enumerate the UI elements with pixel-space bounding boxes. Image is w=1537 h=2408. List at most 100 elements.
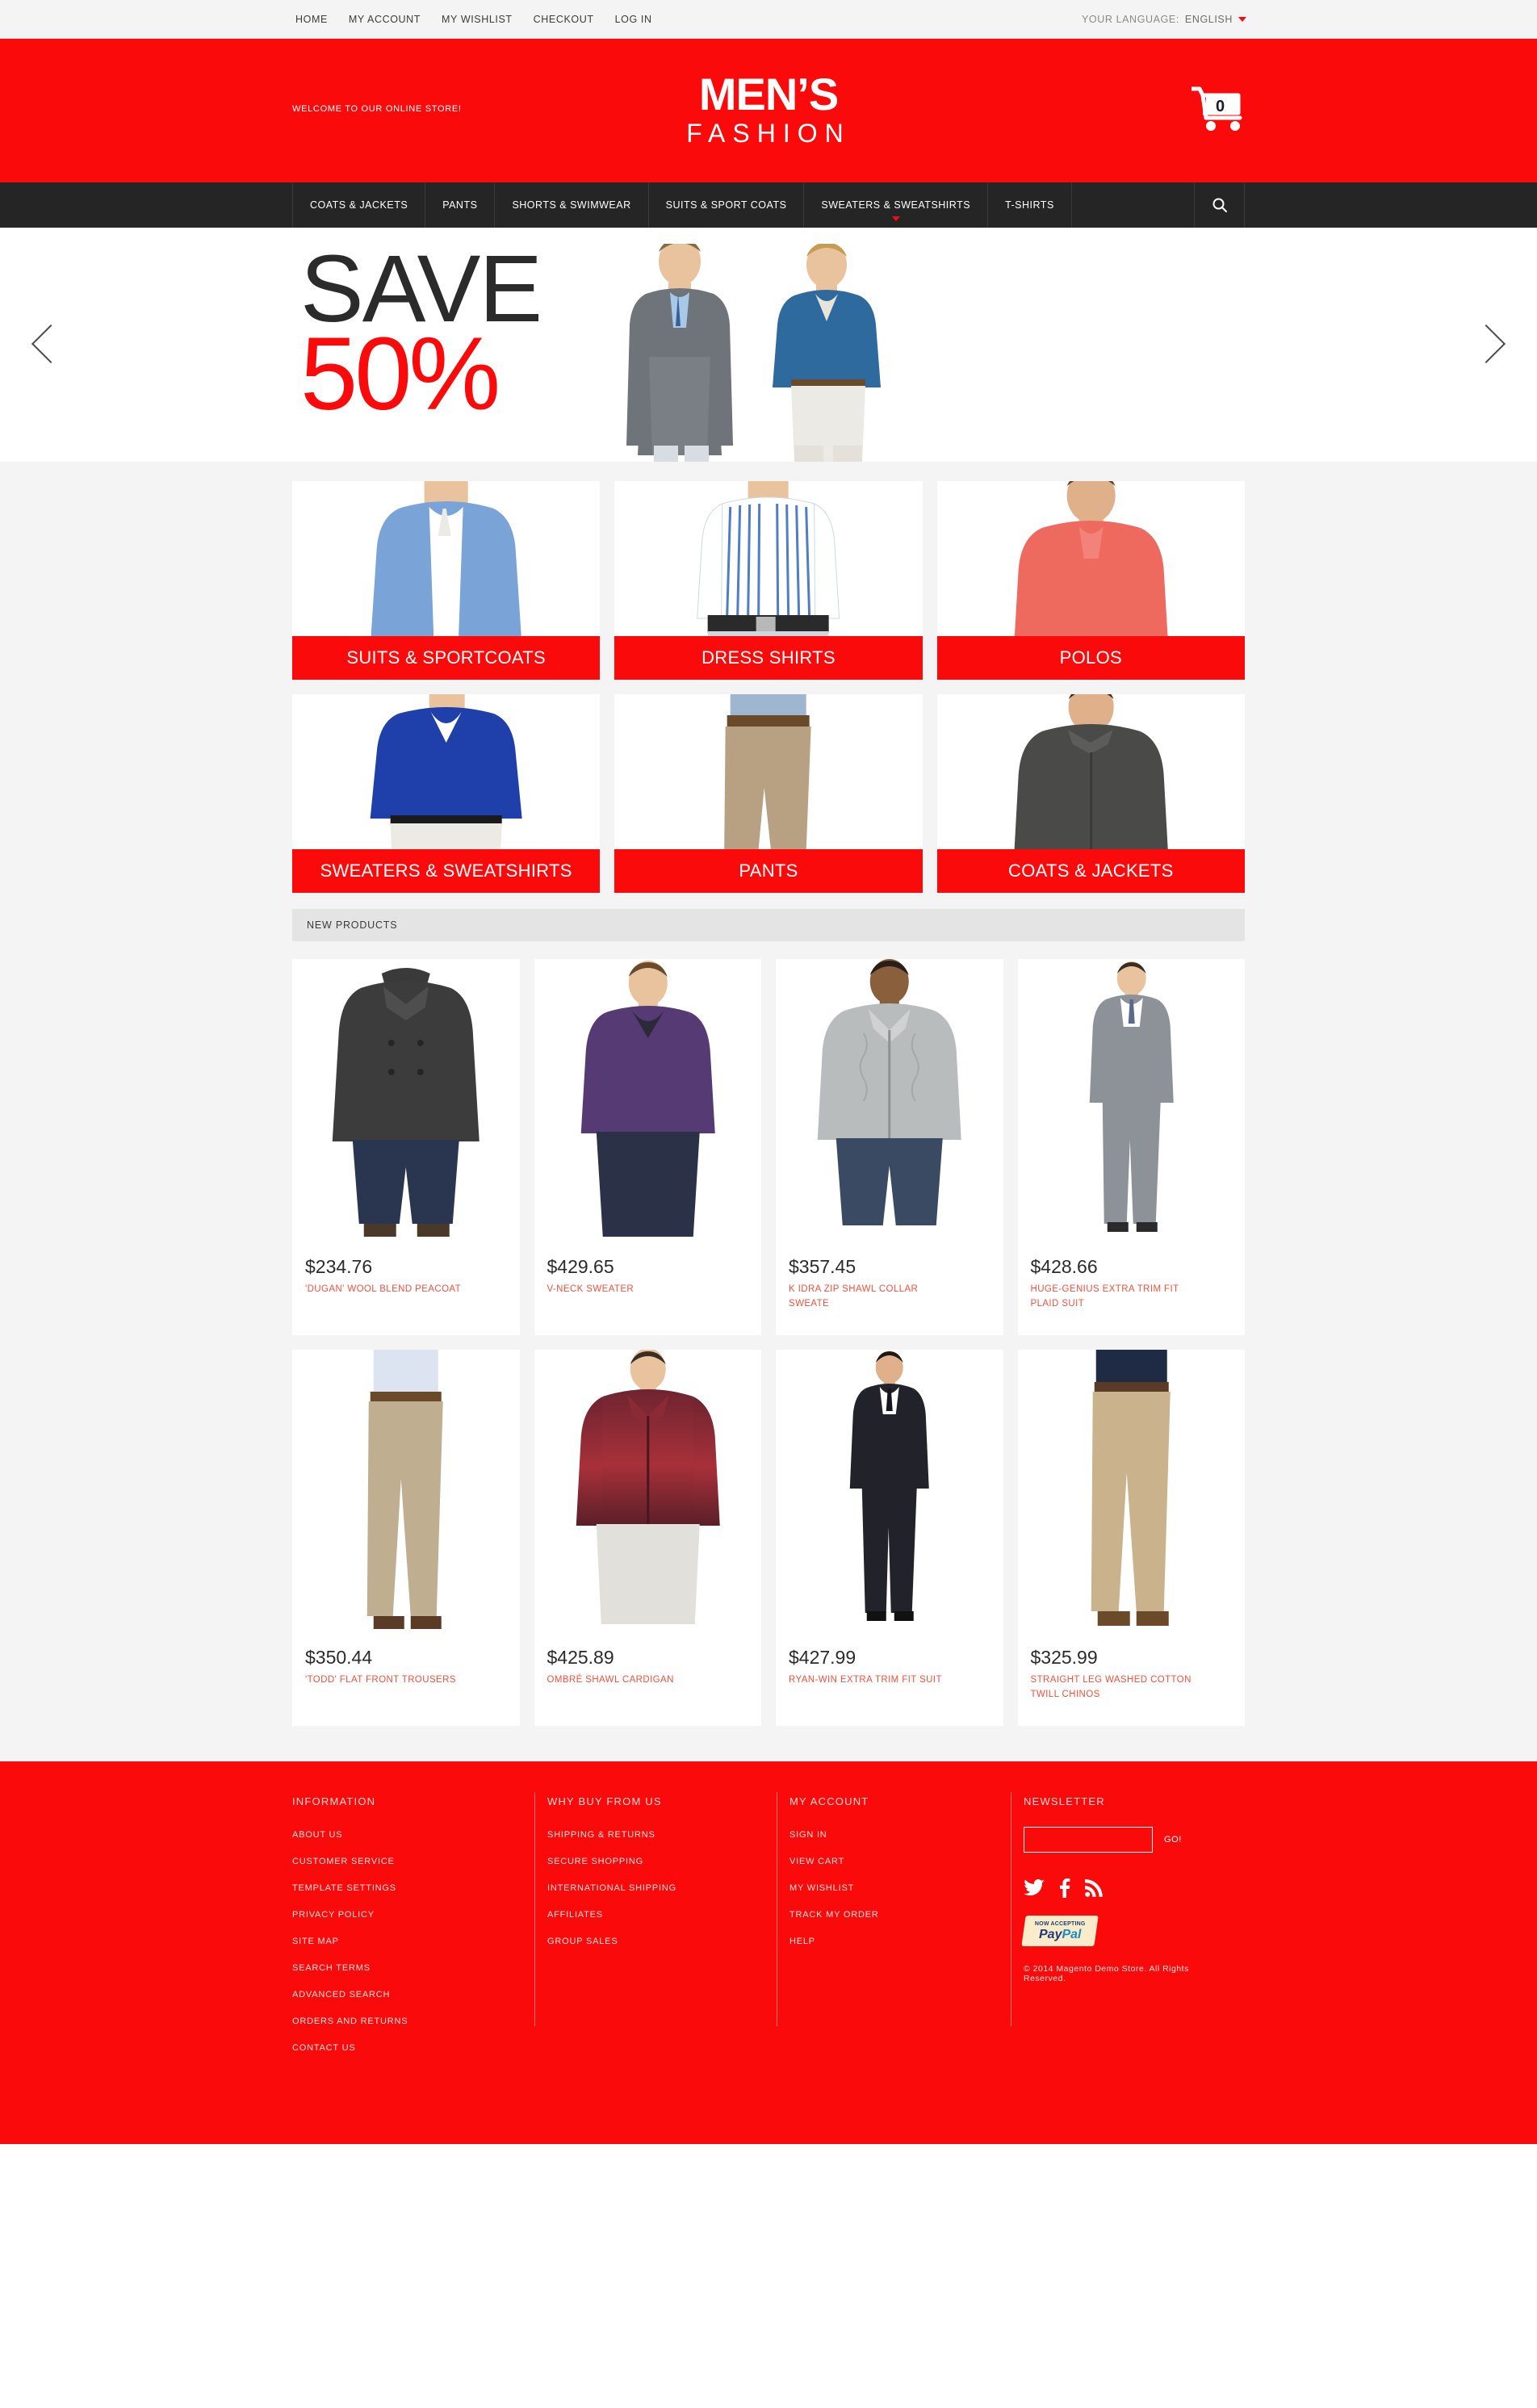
product-name[interactable]: 'TODD' FLAT FRONT TROUSERS (305, 1673, 467, 1688)
product-name[interactable]: STRAIGHT LEG WASHED COTTON TWILL CHINOS (1031, 1673, 1192, 1702)
nav-item-t-shirts[interactable]: T-SHIRTS (988, 182, 1072, 228)
product-card[interactable]: $234.76 'DUGAN' WOOL BLEND PEACOAT (292, 959, 520, 1335)
logo-line-2: FASHION (686, 118, 851, 148)
footer-link-international-shipping[interactable]: INTERNATIONAL SHIPPING (547, 1883, 676, 1893)
nav-item-pants[interactable]: PANTS (425, 182, 496, 228)
nav-label: COATS & JACKETS (310, 199, 408, 211)
footer-column-title: WHY BUY FROM US (547, 1795, 662, 1807)
footer-link-affiliates[interactable]: AFFILIATES (547, 1910, 603, 1920)
footer-link-orders-and-returns[interactable]: ORDERS AND RETURNS (292, 2016, 408, 2026)
footer-link-template-settings[interactable]: TEMPLATE SETTINGS (292, 1883, 396, 1893)
trousers-image (295, 1350, 516, 1637)
carousel-next-button[interactable] (1466, 316, 1506, 374)
site-logo[interactable]: MEN’S FASHION (686, 68, 851, 148)
logo-line-1: MEN’S (698, 68, 839, 119)
top-bar-links: HOME MY ACCOUNT MY WISHLIST CHECKOUT LOG… (295, 14, 652, 25)
product-image (292, 959, 520, 1246)
product-price: $234.76 (305, 1256, 373, 1277)
paypal-word-pal: Pal (1062, 1927, 1082, 1941)
category-tile-dress-shirts[interactable]: DRESS SHIRTS (614, 481, 923, 680)
nav-item-suits-sport-coats[interactable]: SUITS & SPORT COATS (649, 182, 805, 228)
list-item: HELP (789, 1933, 991, 1948)
top-link-home[interactable]: HOME (295, 14, 328, 25)
list-item: CONTACT US (292, 2040, 515, 2054)
paypal-top-text: NOW ACCEPTING (1034, 1920, 1086, 1927)
footer-link-site-map[interactable]: SITE MAP (292, 1937, 339, 1946)
top-link-my-account[interactable]: MY ACCOUNT (349, 14, 421, 25)
nav-item-coats-jackets[interactable]: COATS & JACKETS (292, 182, 426, 228)
footer-link-group-sales[interactable]: GROUP SALES (547, 1937, 618, 1946)
nav-item-shorts-swimwear[interactable]: SHORTS & SWIMWEAR (495, 182, 649, 228)
footer-link-view-cart[interactable]: VIEW CART (789, 1857, 844, 1866)
rss-icon[interactable] (1085, 1879, 1103, 1897)
category-row-2: SWEATERS & SWEATSHIRTS PANTS COATS & JAC… (292, 694, 1245, 893)
hero-headline: SAVE 50% (300, 241, 542, 425)
product-image (534, 959, 762, 1246)
language-selector[interactable]: YOUR LANGUAGE: ENGLISH (1082, 14, 1246, 25)
list-item: TEMPLATE SETTINGS (292, 1880, 515, 1895)
product-card[interactable]: $350.44 'TODD' FLAT FRONT TROUSERS (292, 1350, 520, 1726)
list-item: AFFILIATES (547, 1907, 757, 1921)
product-card[interactable]: $425.89 OMBRÉ SHAWL CARDIGAN (534, 1350, 761, 1726)
footer-link-privacy-policy[interactable]: PRIVACY POLICY (292, 1910, 375, 1920)
v-neck-sweater-image (538, 959, 758, 1246)
product-card[interactable]: $429.65 V-NECK SWEATER (534, 959, 762, 1335)
product-name[interactable]: OMBRÉ SHAWL CARDIGAN (547, 1673, 709, 1688)
twill-chinos-image (1021, 1350, 1242, 1637)
twitter-icon[interactable] (1024, 1879, 1045, 1897)
newsletter-email-input[interactable] (1024, 1827, 1153, 1853)
top-link-log-in[interactable]: LOG IN (615, 14, 652, 25)
category-label: DRESS SHIRTS (614, 636, 923, 680)
copyright-text: © 2014 Magento Demo Store. All Rights Re… (1024, 1964, 1189, 1983)
footer-link-search-terms[interactable]: SEARCH TERMS (292, 1963, 371, 1973)
category-tile-pants[interactable]: PANTS (614, 694, 923, 893)
footer-column-newsletter: NEWSLETTER GO! NOW ACCEPTING PayPal © 20… (1011, 1792, 1245, 2067)
newsletter-form: GO! (1024, 1827, 1225, 1853)
category-tile-coats-jackets[interactable]: COATS & JACKETS (936, 694, 1245, 893)
footer-link-track-my-order[interactable]: TRACK MY ORDER (789, 1910, 879, 1920)
product-card[interactable]: $357.45 K IDRA ZIP SHAWL COLLAR SWEATE (776, 959, 1003, 1335)
trim-fit-suit-image (779, 1350, 999, 1637)
product-name[interactable]: K IDRA ZIP SHAWL COLLAR SWEATE (789, 1283, 950, 1312)
site-header: WELCOME TO OUR ONLINE STORE! MEN’S FASHI… (0, 39, 1537, 178)
product-card[interactable]: $428.66 HUGE-GENIUS EXTRA TRIM FIT PLAID… (1017, 959, 1245, 1335)
chevron-left-icon (31, 324, 71, 364)
product-price: $425.89 (547, 1647, 614, 1668)
product-card[interactable]: $325.99 STRAIGHT LEG WASHED COTTON TWILL… (1017, 1350, 1245, 1726)
footer-link-my-wishlist[interactable]: MY WISHLIST (789, 1883, 854, 1893)
footer-link-about-us[interactable]: ABOUT US (292, 1830, 342, 1840)
product-name[interactable]: RYAN-WIN EXTRA TRIM FIT SUIT (789, 1673, 950, 1688)
facebook-icon[interactable] (1059, 1878, 1070, 1898)
footer-link-secure-shopping[interactable]: SECURE SHOPPING (547, 1857, 643, 1866)
product-price: $357.45 (789, 1256, 856, 1277)
category-label: SUITS & SPORTCOATS (292, 636, 601, 680)
product-name[interactable]: V-NECK SWEATER (547, 1283, 709, 1297)
category-tile-sweaters-sweatshirts[interactable]: SWEATERS & SWEATSHIRTS (292, 694, 601, 893)
nav-item-sweaters-sweatshirts[interactable]: SWEATERS & SWEATSHIRTS (804, 182, 989, 228)
footer-link-shipping-returns[interactable]: SHIPPING & RETURNS (547, 1830, 655, 1840)
footer-link-contact-us[interactable]: CONTACT US (292, 2043, 356, 2053)
product-price: $325.99 (1030, 1647, 1098, 1668)
newsletter-go-button[interactable]: GO! (1164, 1835, 1182, 1845)
category-tile-polos[interactable]: POLOS (936, 481, 1245, 680)
cart-button[interactable]: 0 (1188, 84, 1245, 134)
shawl-collar-sweater-image (779, 959, 999, 1246)
product-name[interactable]: 'DUGAN' WOOL BLEND PEACOAT (305, 1283, 467, 1297)
carousel-prev-button[interactable] (31, 316, 71, 374)
category-tile-suits-sportcoats[interactable]: SUITS & SPORTCOATS (292, 481, 601, 680)
footer-link-sign-in[interactable]: SIGN IN (789, 1830, 827, 1840)
product-name[interactable]: HUGE-GENIUS EXTRA TRIM FIT PLAID SUIT (1031, 1283, 1192, 1312)
product-price: $350.44 (305, 1647, 373, 1668)
footer-link-advanced-search[interactable]: ADVANCED SEARCH (292, 1990, 390, 2000)
product-card[interactable]: $427.99 RYAN-WIN EXTRA TRIM FIT SUIT (776, 1350, 1003, 1726)
top-link-checkout[interactable]: CHECKOUT (534, 14, 594, 25)
search-button[interactable] (1195, 182, 1245, 228)
main-content: SUITS & SPORTCOATS DRESS SHIRTS POLOS SW… (0, 462, 1537, 1761)
product-price: $428.66 (1030, 1256, 1098, 1277)
top-link-my-wishlist[interactable]: MY WISHLIST (442, 14, 513, 25)
list-item: SECURE SHOPPING (547, 1853, 757, 1868)
footer-link-help[interactable]: HELP (789, 1937, 815, 1946)
category-row-1: SUITS & SPORTCOATS DRESS SHIRTS POLOS (292, 481, 1245, 680)
footer-link-customer-service[interactable]: CUSTOMER SERVICE (292, 1857, 395, 1866)
footer-column-title: INFORMATION (292, 1795, 376, 1807)
